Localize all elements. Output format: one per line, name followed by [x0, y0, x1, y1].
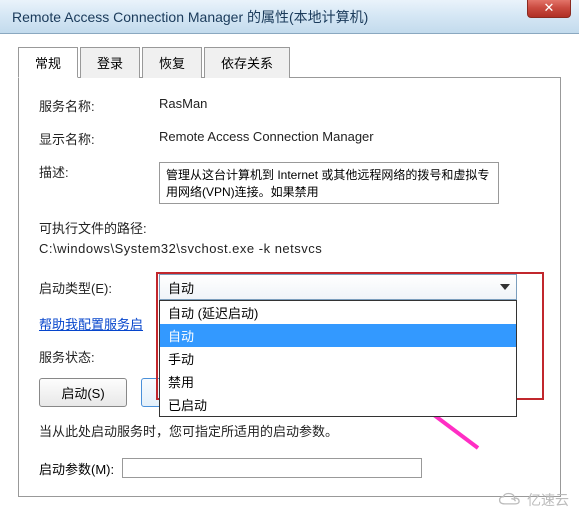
startup-selected-value: 自动: [168, 278, 194, 297]
label-start-params: 启动参数(M):: [39, 459, 114, 478]
start-button[interactable]: 启动(S): [39, 378, 127, 407]
description-textbox[interactable]: 管理从这台计算机到 Internet 或其他远程网络的拨号和虚拟专用网络(VPN…: [159, 162, 499, 204]
watermark: 亿速云: [497, 490, 569, 510]
start-params-input[interactable]: [122, 458, 422, 478]
tab-recovery[interactable]: 恢复: [142, 47, 202, 78]
value-display-name: Remote Access Connection Manager: [159, 129, 540, 144]
row-start-params: 启动参数(M):: [39, 458, 540, 478]
help-link[interactable]: 帮助我配置服务启: [39, 314, 143, 333]
tab-dependencies[interactable]: 依存关系: [204, 47, 290, 78]
tab-logon[interactable]: 登录: [80, 47, 140, 78]
row-display-name: 显示名称: Remote Access Connection Manager: [39, 129, 540, 148]
tab-strip: 常规 登录 恢复 依存关系: [18, 46, 561, 78]
startup-type-dropdown[interactable]: 自动: [159, 274, 517, 300]
startup-dropdown-list: 自动 (延迟启动) 自动 手动 禁用 已启动: [159, 300, 517, 417]
row-service-name: 服务名称: RasMan: [39, 96, 540, 115]
cloud-icon: [497, 491, 523, 509]
option-started[interactable]: 已启动: [160, 393, 516, 416]
row-description: 描述: 管理从这台计算机到 Internet 或其他远程网络的拨号和虚拟专用网络…: [39, 162, 540, 204]
tab-content: 服务名称: RasMan 显示名称: Remote Access Connect…: [18, 78, 561, 497]
dialog-body: 常规 登录 恢复 依存关系 服务名称: RasMan 显示名称: Remote …: [0, 34, 579, 509]
label-service-status: 服务状态:: [39, 347, 159, 366]
tab-general[interactable]: 常规: [18, 47, 78, 78]
label-startup-type: 启动类型(E):: [39, 278, 159, 297]
option-auto[interactable]: 自动: [160, 324, 516, 347]
close-button[interactable]: ✕: [527, 0, 571, 18]
startup-dropdown-host: 自动 自动 (延迟启动) 自动 手动 禁用 已启动: [159, 274, 540, 300]
path-section: 可执行文件的路径: C:\windows\System32\svchost.ex…: [39, 218, 540, 256]
close-icon: ✕: [544, 0, 555, 16]
label-description: 描述:: [39, 162, 159, 181]
chevron-down-icon: [500, 284, 510, 290]
option-disabled[interactable]: 禁用: [160, 370, 516, 393]
watermark-text: 亿速云: [527, 490, 569, 510]
value-service-name: RasMan: [159, 96, 540, 111]
window-title: Remote Access Connection Manager 的属性(本地计…: [12, 7, 368, 27]
label-executable-path: 可执行文件的路径:: [39, 218, 540, 237]
option-manual[interactable]: 手动: [160, 347, 516, 370]
titlebar: Remote Access Connection Manager 的属性(本地计…: [0, 0, 579, 34]
row-startup-type: 启动类型(E): 自动 自动 (延迟启动) 自动 手动 禁用 已启动: [39, 274, 540, 300]
startup-params-note: 当从此处启动服务时，您可指定所适用的启动参数。: [39, 421, 540, 440]
value-executable-path: C:\windows\System32\svchost.exe -k netsv…: [39, 241, 540, 256]
label-display-name: 显示名称:: [39, 129, 159, 148]
option-auto-delayed[interactable]: 自动 (延迟启动): [160, 301, 516, 324]
label-service-name: 服务名称:: [39, 96, 159, 115]
